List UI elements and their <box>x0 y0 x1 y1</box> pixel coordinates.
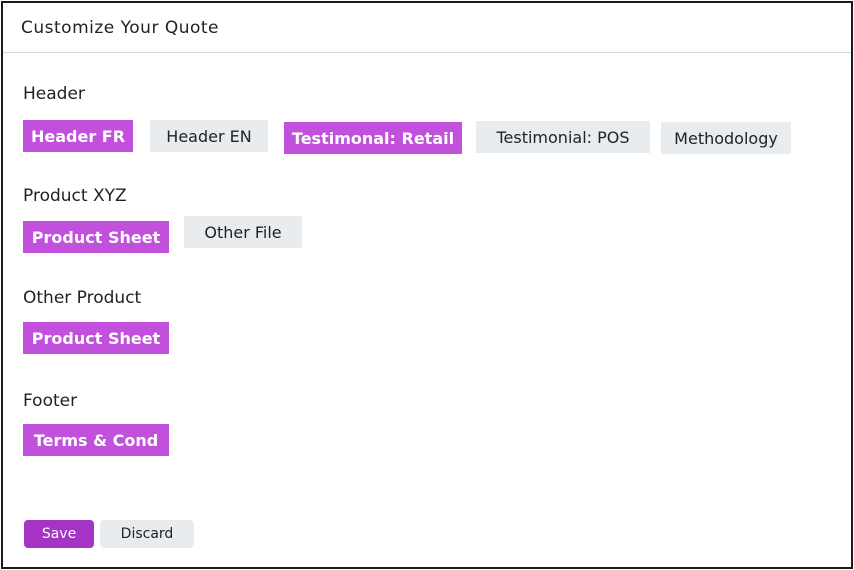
section-label-header: Header <box>23 84 85 104</box>
panel-header: Customize Your Quote <box>3 3 851 53</box>
chip-product-xyz-product-sheet[interactable]: Product Sheet <box>23 221 169 253</box>
section-label-product-xyz: Product XYZ <box>23 186 127 206</box>
chip-other-product-product-sheet[interactable]: Product Sheet <box>23 322 169 354</box>
chip-methodology[interactable]: Methodology <box>661 122 791 154</box>
chip-product-xyz-other-file[interactable]: Other File <box>184 216 302 248</box>
section-label-footer: Footer <box>23 391 78 411</box>
section-label-other-product: Other Product <box>23 288 142 308</box>
quote-panel: Customize Your Quote Header Header FR He… <box>1 1 853 569</box>
chip-header-en[interactable]: Header EN <box>150 120 268 152</box>
chip-testimonial-retail[interactable]: Testimonal: Retail <box>284 122 462 154</box>
chip-testimonial-pos[interactable]: Testimonial: POS <box>476 121 650 153</box>
page-title: Customize Your Quote <box>21 17 220 38</box>
save-button[interactable]: Save <box>24 520 94 548</box>
discard-button[interactable]: Discard <box>100 520 194 548</box>
chip-header-fr[interactable]: Header FR <box>23 120 133 152</box>
chip-terms-and-cond[interactable]: Terms & Cond <box>23 424 169 456</box>
